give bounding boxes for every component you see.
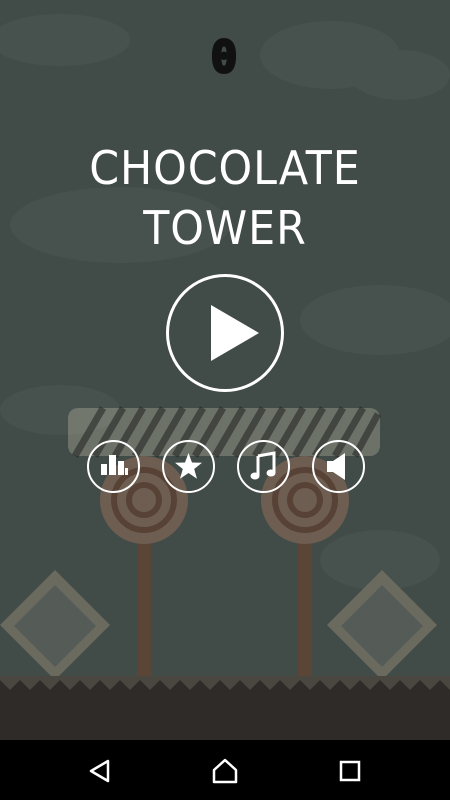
star-icon [175,453,202,479]
rate-button[interactable] [162,440,215,493]
music-button[interactable] [237,440,290,493]
recents-icon [339,760,361,782]
play-icon [211,305,259,361]
back-icon [89,759,110,783]
home-button[interactable] [210,756,240,786]
leaderboard-icon [101,455,128,475]
game-title: CHOCOLATE TOWER [89,141,361,255]
back-button[interactable] [85,756,115,786]
home-icon [212,758,238,784]
navigation-bar [0,740,450,800]
music-note-icon [250,451,276,480]
speaker-icon [327,453,345,480]
sound-button[interactable] [312,440,365,493]
play-button[interactable] [166,274,284,392]
ground [0,676,450,740]
game-screen: 0 CHOCOLATE TOWER [0,0,450,800]
score-display: 0 [209,31,240,85]
leaderboard-button[interactable] [87,440,140,493]
recents-button[interactable] [335,756,365,786]
